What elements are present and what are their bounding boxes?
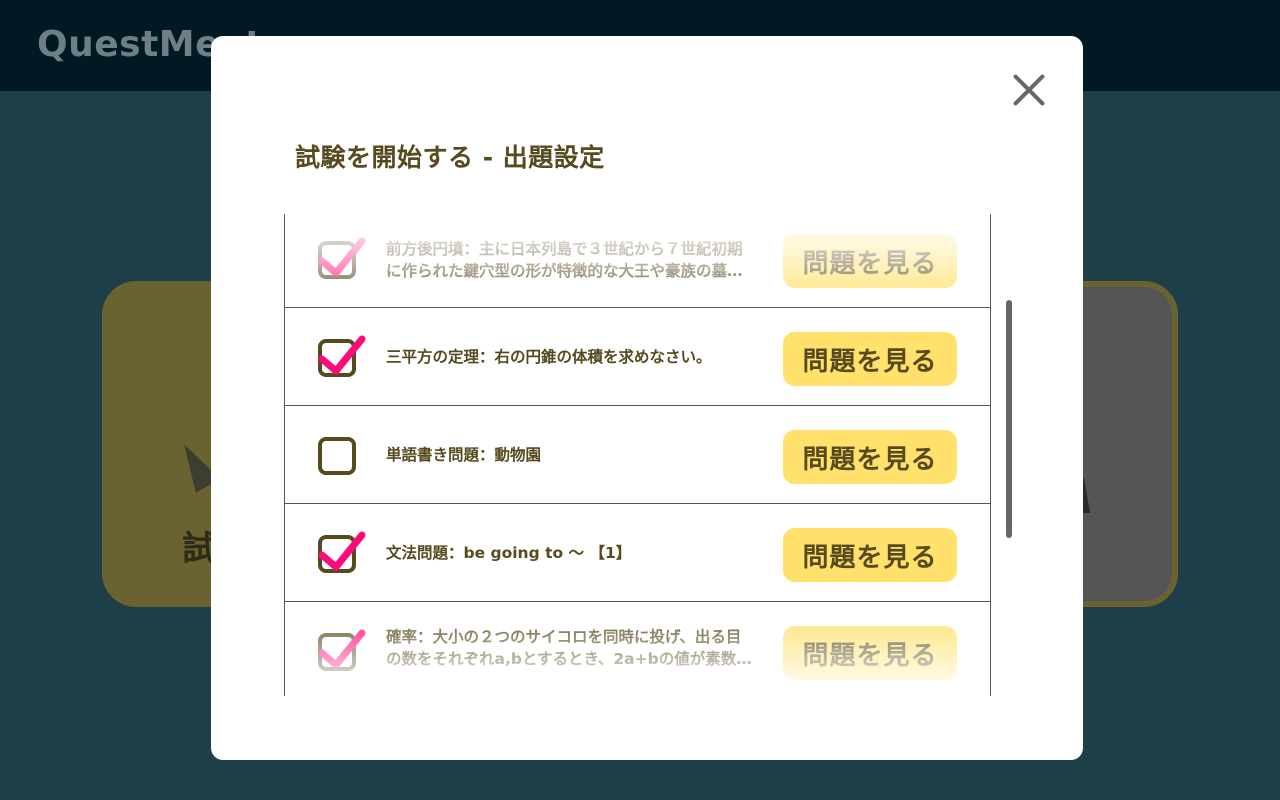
view-question-button[interactable]: 問題を見る [783,528,957,582]
question-text-line: 前方後円墳：主に日本列島で３世紀から７世紀初期 [386,240,743,258]
question-text-line: の数をそれぞれa,bとするとき、2a+bの値が素数… [386,650,752,668]
question-text-line: 三平方の定理：右の円錐の体積を求めなさい。 [386,348,712,366]
view-question-button[interactable]: 問題を見る [783,430,957,484]
close-icon[interactable] [1011,72,1047,108]
question-text: 三平方の定理：右の円錐の体積を求めなさい。 [386,346,758,368]
question-text: 確率：大小の２つのサイコロを同時に投げ、出る目 の数をそれぞれa,bとするとき、… [386,626,758,670]
question-text: 単語書き問題：動物園 [386,444,758,466]
question-row: 文法問題：be going to 〜 【1】 問題を見る [285,504,990,602]
question-checkbox[interactable] [318,437,356,475]
question-text-line: 確率：大小の２つのサイコロを同時に投げ、出る目 [386,628,742,646]
view-question-button[interactable]: 問題を見る [783,626,957,680]
modal-title: 試験を開始する - 出題設定 [295,143,605,172]
question-text: 前方後円墳：主に日本列島で３世紀から７世紀初期 に作られた鍵穴型の形が特徴的な大… [386,238,758,282]
question-text-line: に作られた鍵穴型の形が特徴的な大王や豪族の墓… [386,262,743,280]
question-text-line: 文法問題：be going to 〜 【1】 [386,544,632,562]
view-question-button[interactable]: 問題を見る [783,234,957,288]
question-row: 確率：大小の２つのサイコロを同時に投げ、出る目 の数をそれぞれa,bとするとき、… [285,602,990,696]
question-row: 前方後円墳：主に日本列島で３世紀から７世紀初期 に作られた鍵穴型の形が特徴的な大… [285,214,990,308]
exam-settings-modal: 試験を開始する - 出題設定 前方後円墳：主に日本列島で３世紀から７世紀初期 に… [211,36,1083,760]
question-checkbox[interactable] [318,335,366,377]
view-question-button[interactable]: 問題を見る [783,332,957,386]
question-checkbox[interactable] [318,531,366,573]
question-text: 文法問題：be going to 〜 【1】 [386,542,758,564]
question-row: 三平方の定理：右の円錐の体積を求めなさい。 問題を見る [285,308,990,406]
question-checkbox[interactable] [318,237,366,279]
question-row: 単語書き問題：動物園 問題を見る [285,406,990,504]
question-checkbox[interactable] [318,629,366,671]
scrollbar-thumb[interactable] [1006,300,1012,538]
question-text-line: 単語書き問題：動物園 [386,446,542,464]
question-list[interactable]: 前方後円墳：主に日本列島で３世紀から７世紀初期 に作られた鍵穴型の形が特徴的な大… [284,214,991,696]
